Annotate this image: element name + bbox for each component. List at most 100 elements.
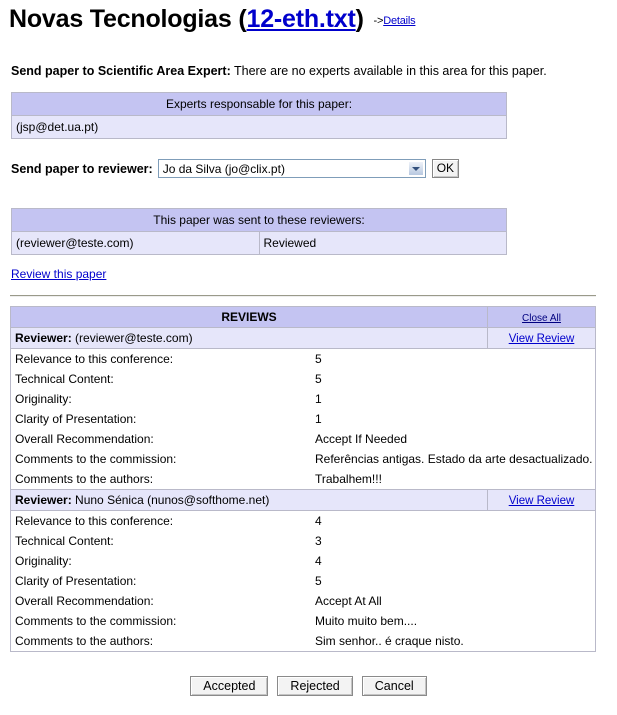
view-review-link[interactable]: View Review xyxy=(509,495,575,507)
criteria-row: Clarity of Presentation: 5 xyxy=(11,571,595,591)
table-row: (reviewer@teste.com) Reviewed xyxy=(11,231,507,255)
reviews-title: REVIEWS xyxy=(10,306,488,328)
criteria-row: Originality: 1 xyxy=(11,389,595,409)
cancel-button[interactable]: Cancel xyxy=(361,676,427,696)
close-paren: ) xyxy=(355,5,364,33)
send-paper-to-reviewer-row: Send paper to reviewer: Jo da Silva (jo@… xyxy=(0,139,617,178)
review-details-row: Relevance to this conference: 4 Technica… xyxy=(10,510,596,652)
criteria-value: 5 xyxy=(315,372,322,386)
scientific-area-expert-notice: Send paper to Scientific Area Expert: Th… xyxy=(0,36,617,78)
review-this-paper-link[interactable]: Review this paper xyxy=(11,267,106,281)
experts-table-header: Experts responsable for this paper: xyxy=(11,92,507,116)
accepted-button[interactable]: Accepted xyxy=(190,676,269,696)
criteria-row: Originality: 4 xyxy=(11,551,595,571)
criteria-value: 4 xyxy=(315,514,322,528)
expert-email: (jsp@det.ua.pt) xyxy=(11,115,507,139)
close-all-link[interactable]: Close All xyxy=(522,313,561,324)
table-row: (jsp@det.ua.pt) xyxy=(11,115,507,139)
review-details-cell: Relevance to this conference: 4 Technica… xyxy=(10,510,596,652)
criteria-row: Technical Content: 5 xyxy=(11,369,595,389)
criteria-label: Comments to the commission: xyxy=(15,614,177,628)
table-header-row: This paper was sent to these reviewers: xyxy=(11,208,507,232)
criteria-row: Comments to the commission: Referências … xyxy=(11,449,595,469)
criteria-row: Clarity of Presentation: 1 xyxy=(11,409,595,429)
scientific-area-expert-label: Send paper to Scientific Area Expert: xyxy=(11,64,231,78)
paper-file-link[interactable]: 12-eth.txt xyxy=(246,5,355,33)
reviewer-name-cell: Reviewer: Nuno Sénica (nunos@softhome.ne… xyxy=(10,489,488,511)
review-criteria-table: Relevance to this conference: 5 Technica… xyxy=(11,349,595,489)
reviewer-identity: (reviewer@teste.com) xyxy=(75,331,193,345)
sent-reviewers-table-container: This paper was sent to these reviewers: … xyxy=(0,178,617,255)
criteria-value: Accept If Needed xyxy=(315,432,408,446)
reviewer-prefix-label: Reviewer: xyxy=(15,493,72,507)
close-all-cell: Close All xyxy=(487,306,596,328)
criteria-value: Accept At All xyxy=(315,594,382,608)
ok-button[interactable]: OK xyxy=(431,159,460,178)
sent-reviewers-header: This paper was sent to these reviewers: xyxy=(11,208,507,232)
criteria-label: Technical Content: xyxy=(15,534,114,548)
criteria-label: Comments to the authors: xyxy=(15,634,154,648)
criteria-label: Technical Content: xyxy=(15,372,114,386)
page-title: Novas Tecnologias (12-eth.txt) ->Details xyxy=(0,0,617,36)
criteria-value: 1 xyxy=(315,412,322,426)
criteria-row: Comments to the authors: Trabalhem!!! xyxy=(11,469,595,489)
rejected-button[interactable]: Rejected xyxy=(277,676,353,696)
criteria-row: Comments to the authors: Sim senhor.. é … xyxy=(11,631,595,651)
criteria-label: Comments to the authors: xyxy=(15,472,154,486)
experts-table: Experts responsable for this paper: (jsp… xyxy=(11,92,507,139)
details-link[interactable]: Details xyxy=(383,15,415,27)
criteria-row: Relevance to this conference: 4 xyxy=(11,511,595,531)
criteria-label: Overall Recommendation: xyxy=(15,594,154,608)
criteria-label: Relevance to this conference: xyxy=(15,514,174,528)
criteria-row: Technical Content: 3 xyxy=(11,531,595,551)
sent-reviewer-status: Reviewed xyxy=(258,231,507,255)
review-details-row: Relevance to this conference: 5 Technica… xyxy=(10,348,596,490)
criteria-label: Overall Recommendation: xyxy=(15,432,154,446)
criteria-row: Comments to the commission: Muito muito … xyxy=(11,611,595,631)
reviewer-name-cell: Reviewer: (reviewer@teste.com) xyxy=(10,327,488,349)
reviewer-select[interactable]: Jo da Silva (jo@clix.pt) xyxy=(157,159,426,178)
criteria-label: Comments to the commission: xyxy=(15,452,177,466)
criteria-value: 5 xyxy=(315,352,322,366)
criteria-value: Trabalhem!!! xyxy=(315,472,382,486)
criteria-value: Referências antigas. Estado da arte desa… xyxy=(315,452,593,466)
reviews-section: REVIEWS Close All Reviewer: (reviewer@te… xyxy=(0,297,617,652)
scientific-area-expert-message: There are no experts available in this a… xyxy=(233,64,547,78)
criteria-label: Clarity of Presentation: xyxy=(15,574,137,588)
review-criteria-table: Relevance to this conference: 4 Technica… xyxy=(11,511,595,651)
table-header-row: Experts responsable for this paper: xyxy=(11,92,507,116)
sent-reviewer-email: (reviewer@teste.com) xyxy=(11,231,260,255)
footer-button-bar: Accepted Rejected Cancel xyxy=(0,676,617,696)
criteria-label: Clarity of Presentation: xyxy=(15,412,137,426)
paper-title-text: Novas Tecnologias xyxy=(9,5,232,33)
view-review-link[interactable]: View Review xyxy=(509,333,575,345)
criteria-value: Sim senhor.. é craque nisto. xyxy=(315,634,464,648)
view-review-cell: View Review xyxy=(487,489,596,511)
reviewer-header-row: Reviewer: Nuno Sénica (nunos@softhome.ne… xyxy=(10,489,596,511)
criteria-value: Muito muito bem.... xyxy=(315,614,418,628)
reviews-table: REVIEWS Close All Reviewer: (reviewer@te… xyxy=(10,306,596,652)
criteria-row: Overall Recommendation: Accept If Needed xyxy=(11,429,595,449)
sent-reviewers-table: This paper was sent to these reviewers: … xyxy=(11,208,507,255)
criteria-row: Overall Recommendation: Accept At All xyxy=(11,591,595,611)
view-review-cell: View Review xyxy=(487,327,596,349)
reviewer-identity: Nuno Sénica (nunos@softhome.net) xyxy=(75,493,270,507)
send-reviewer-label: Send paper to reviewer: xyxy=(11,161,153,176)
criteria-label: Originality: xyxy=(15,554,72,568)
experts-table-container: Experts responsable for this paper: (jsp… xyxy=(0,78,617,139)
criteria-row: Relevance to this conference: 5 xyxy=(11,349,595,369)
criteria-value: 3 xyxy=(315,534,322,548)
criteria-label: Originality: xyxy=(15,392,72,406)
review-details-cell: Relevance to this conference: 5 Technica… xyxy=(10,348,596,490)
criteria-label: Relevance to this conference: xyxy=(15,352,174,366)
chevron-down-icon[interactable] xyxy=(407,161,424,176)
review-paper-link-container: Review this paper xyxy=(0,255,617,281)
arrow-separator: -> xyxy=(373,15,384,27)
reviewer-select-value: Jo da Silva (jo@clix.pt) xyxy=(162,161,285,176)
criteria-value: 1 xyxy=(315,392,322,406)
criteria-value: 5 xyxy=(315,574,322,588)
reviewer-prefix-label: Reviewer: xyxy=(15,331,72,345)
reviews-header-row: REVIEWS Close All xyxy=(10,306,596,328)
criteria-value: 4 xyxy=(315,554,322,568)
reviewer-header-row: Reviewer: (reviewer@teste.com) View Revi… xyxy=(10,327,596,349)
